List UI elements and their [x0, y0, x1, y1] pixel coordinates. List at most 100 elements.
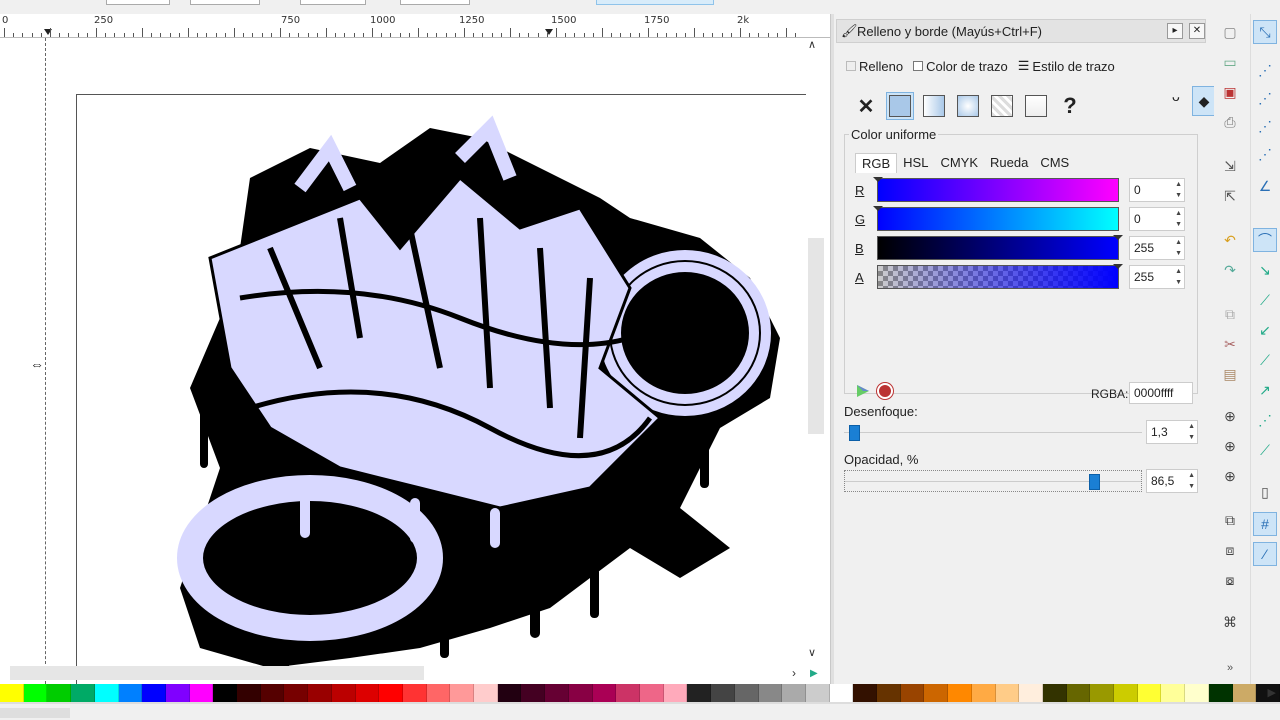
save-icon[interactable]: ▣: [1218, 80, 1242, 104]
toolbar-field[interactable]: [300, 0, 366, 5]
opacity-input[interactable]: 86,5 ▲ ▼: [1146, 469, 1198, 493]
palette-swatch[interactable]: [237, 684, 261, 702]
tab-hsl[interactable]: HSL: [897, 153, 934, 173]
snap-intersection-icon[interactable]: ⌒: [1253, 228, 1277, 252]
tab-fill[interactable]: Relleno: [844, 56, 905, 76]
opacity-slider-knob[interactable]: [1089, 474, 1100, 490]
tab-cms[interactable]: CMS: [1034, 153, 1075, 173]
tab-stroke-paint[interactable]: Color de trazo: [911, 56, 1010, 76]
palette-swatch[interactable]: [1042, 684, 1067, 702]
horizontal-resize-handle-icon[interactable]: ⇔: [30, 356, 44, 372]
palette-swatch[interactable]: [402, 684, 427, 702]
tab-stroke-style[interactable]: ☰ Estilo de trazo: [1016, 56, 1117, 76]
palette-swatch[interactable]: [497, 684, 522, 702]
palette-swatch[interactable]: [308, 684, 332, 702]
fill-rule-evenodd-icon[interactable]: ᴗ: [1172, 88, 1180, 104]
snap-midpoint-icon[interactable]: ⟋: [1253, 288, 1277, 312]
palette-swatch[interactable]: [142, 684, 166, 702]
tab-wheel[interactable]: Rueda: [984, 153, 1034, 173]
redo-icon[interactable]: ↷: [1218, 258, 1242, 282]
copy-icon[interactable]: ⧉: [1218, 302, 1242, 326]
palette-swatch[interactable]: [1114, 684, 1138, 702]
palette-swatch[interactable]: [118, 684, 143, 702]
scroll-right-icon[interactable]: ›: [792, 666, 796, 680]
status-scrollbar[interactable]: [0, 708, 70, 718]
palette-swatch[interactable]: [900, 684, 925, 702]
flat-color-icon[interactable]: [886, 92, 914, 120]
palette-swatch[interactable]: [545, 684, 569, 702]
more-icon[interactable]: »: [1218, 656, 1242, 680]
palette-swatch[interactable]: [94, 684, 119, 702]
palette-swatch[interactable]: [568, 684, 593, 702]
export-icon[interactable]: ⇱: [1218, 184, 1242, 208]
palette-menu-icon[interactable]: ▶: [1268, 686, 1276, 699]
xml-editor-icon[interactable]: ⌘: [1218, 610, 1242, 634]
swatch-icon[interactable]: [1022, 92, 1050, 120]
palette-swatch[interactable]: [853, 684, 878, 702]
palette-swatch[interactable]: [995, 684, 1020, 702]
palette-swatch[interactable]: [1208, 684, 1233, 702]
linear-gradient-icon[interactable]: [920, 92, 948, 120]
dialog-iconify-icon[interactable]: ▸: [1167, 23, 1183, 39]
snap-page-border-icon[interactable]: ▯: [1253, 480, 1277, 504]
palette-swatch[interactable]: [782, 684, 806, 702]
zoom-corner-icon[interactable]: ▶: [810, 668, 818, 679]
radial-gradient-icon[interactable]: [954, 92, 982, 120]
palette-swatch[interactable]: [47, 684, 72, 702]
palette-swatch[interactable]: [663, 684, 688, 702]
scroll-up-icon[interactable]: ∧: [808, 38, 816, 51]
palette-swatch[interactable]: [426, 684, 451, 702]
palette-swatch[interactable]: [1090, 684, 1115, 702]
channel-b-slider[interactable]: [877, 235, 1123, 260]
channel-g-input[interactable]: 0 ▲ ▼: [1129, 207, 1185, 231]
scroll-down-icon[interactable]: ∨: [808, 646, 816, 659]
palette-swatch[interactable]: [355, 684, 380, 702]
drawing-canvas[interactable]: ⇔ ∧ ∨ › ▶: [0, 38, 830, 684]
dialog-close-icon[interactable]: ✕: [1189, 23, 1205, 39]
palette-swatch[interactable]: [23, 684, 48, 702]
snap-page-icon[interactable]: ↗: [1253, 378, 1277, 402]
palette-swatch[interactable]: [592, 684, 617, 702]
palette-swatch[interactable]: [1232, 684, 1257, 702]
palette-swatch[interactable]: [971, 684, 996, 702]
blur-slider[interactable]: [844, 422, 1142, 444]
snap-edge-icon[interactable]: ⋰: [1253, 86, 1277, 110]
palette-swatch[interactable]: [165, 684, 190, 702]
clone-icon[interactable]: ⧈: [1218, 538, 1242, 562]
snap-text-baseline-icon[interactable]: ⋰: [1253, 408, 1277, 432]
palette-swatch[interactable]: [1185, 684, 1209, 702]
toolbar-field[interactable]: [106, 0, 170, 5]
horizontal-ruler[interactable]: 0 250 750 1000 1250 1500 1750 2k: [0, 14, 830, 38]
snap-guide-icon[interactable]: ⁄: [1253, 542, 1277, 566]
print-icon[interactable]: ⎙: [1218, 110, 1242, 134]
palette-swatch[interactable]: [71, 684, 95, 702]
palette-swatch[interactable]: [521, 684, 546, 702]
fill-rule-nonzero-icon[interactable]: ◆: [1192, 86, 1216, 116]
cms-adjust-icon[interactable]: [877, 383, 893, 399]
snap-rotation-icon[interactable]: ⟋: [1253, 348, 1277, 372]
snap-corner-icon[interactable]: ⋰: [1253, 114, 1277, 138]
palette-swatch[interactable]: [450, 684, 475, 702]
channel-a-slider[interactable]: [877, 264, 1123, 289]
unlink-clone-icon[interactable]: ⧇: [1218, 568, 1242, 592]
toolbar-field[interactable]: [190, 0, 260, 5]
vertical-guide[interactable]: [45, 38, 46, 684]
snap-smooth-icon[interactable]: ↘: [1253, 258, 1277, 282]
new-document-icon[interactable]: ▢: [1218, 20, 1242, 44]
graffiti-artwork[interactable]: [160, 108, 790, 668]
channel-r-input[interactable]: 0 ▲ ▼: [1129, 178, 1185, 202]
palette-swatch[interactable]: [687, 684, 712, 702]
palette-swatch[interactable]: [734, 684, 759, 702]
zoom-drawing-icon[interactable]: ⊕: [1218, 434, 1242, 458]
palette-swatch[interactable]: [924, 684, 949, 702]
channel-r-slider[interactable]: [873, 177, 1119, 202]
snap-bbox-icon[interactable]: ⋰: [1253, 58, 1277, 82]
palette-swatch[interactable]: [474, 684, 498, 702]
blur-input[interactable]: 1,3 ▲ ▼: [1146, 420, 1198, 444]
color-picker-icon[interactable]: [855, 383, 871, 399]
zoom-page-icon[interactable]: ⊕: [1218, 464, 1242, 488]
palette-swatch[interactable]: [379, 684, 403, 702]
snap-grid-icon[interactable]: #: [1253, 512, 1277, 536]
palette-swatch[interactable]: [284, 684, 309, 702]
palette-swatch[interactable]: [0, 684, 24, 702]
